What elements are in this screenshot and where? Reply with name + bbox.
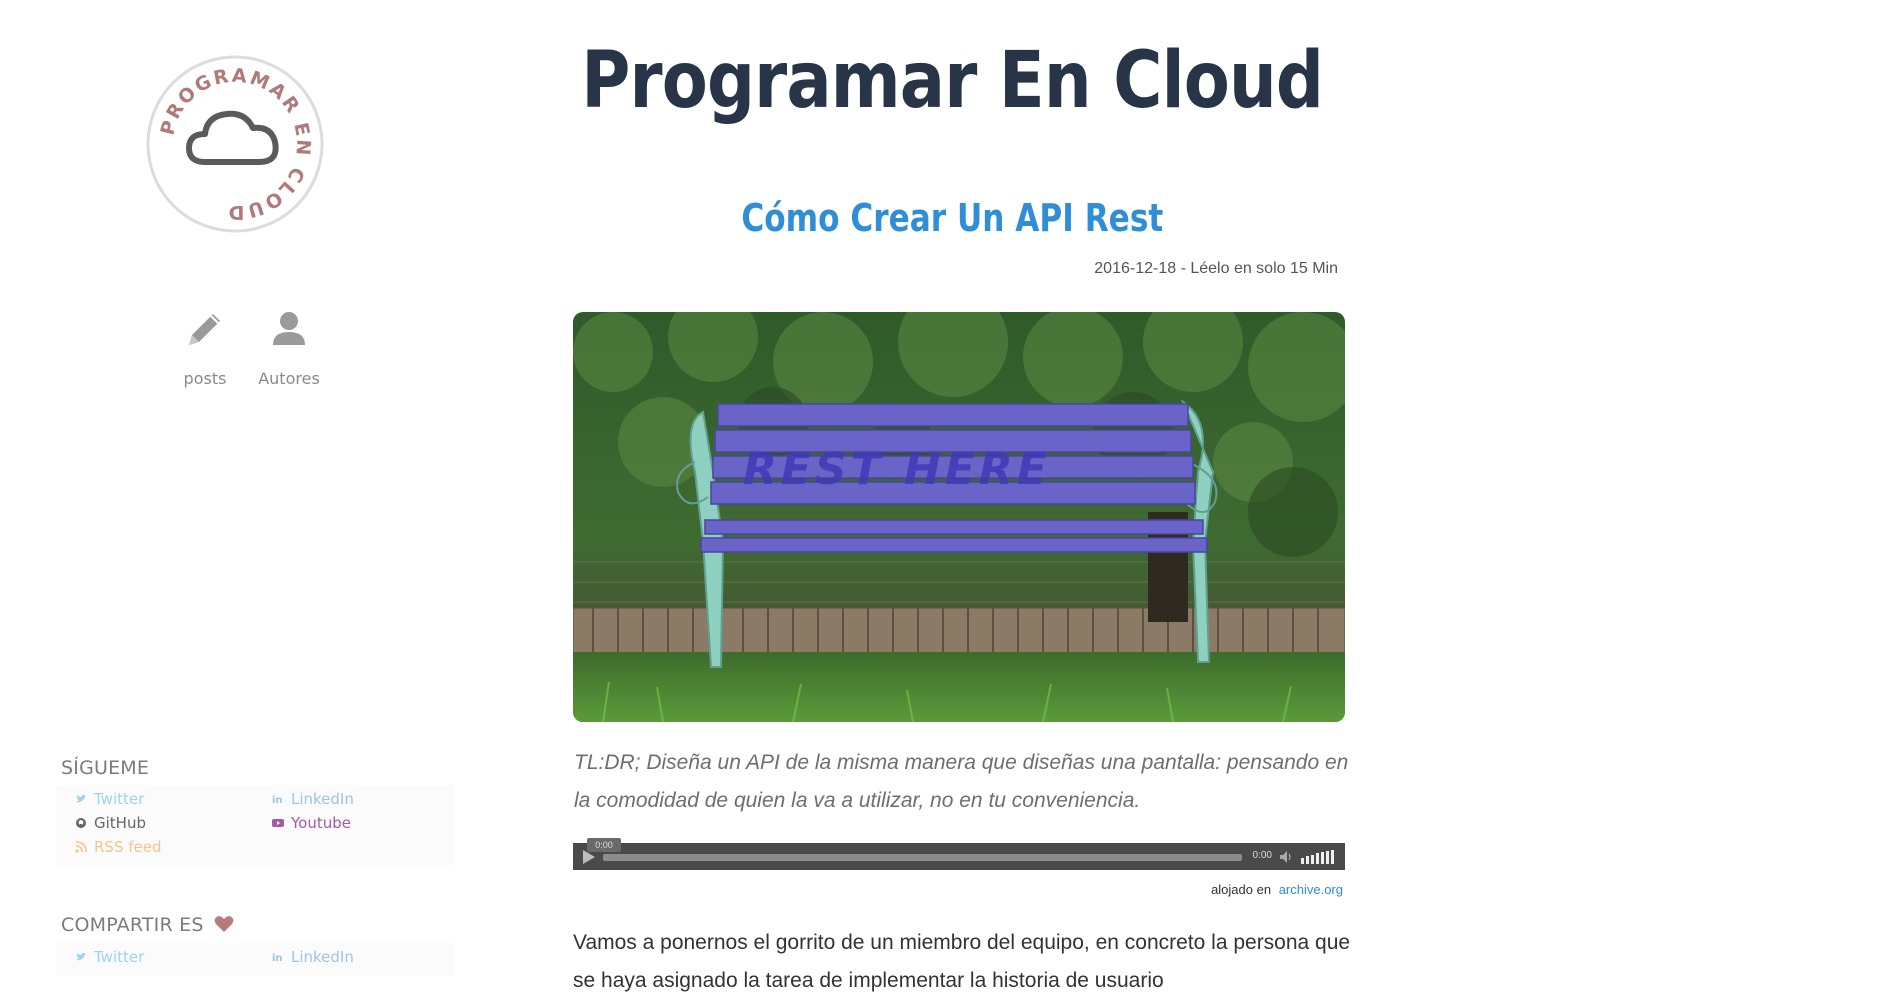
share-twitter-link[interactable]: Twitter [75, 948, 144, 966]
nav-item-label: Autores [258, 369, 320, 388]
twitter-icon [76, 794, 86, 803]
svg-text:in: in [272, 795, 283, 805]
post-meta: 2016-12-18 - Léelo en solo 15 Min [1094, 260, 1338, 277]
pencil-icon [189, 314, 220, 345]
linkedin-icon: in [272, 795, 283, 805]
share-links-box: Twitter in LinkedIn [56, 943, 454, 976]
github-icon [76, 818, 86, 828]
link-label: GitHub [94, 814, 146, 832]
main-nav: posts Autores [170, 305, 330, 405]
link-label: RSS feed [94, 838, 162, 856]
link-label: LinkedIn [291, 790, 354, 808]
post-body: Vamos a ponernos el gorrito de un miembr… [573, 924, 1353, 1000]
post-paragraph: Vamos a ponernos el gorrito de un miembr… [573, 931, 1351, 992]
share-linkedin-link[interactable]: in LinkedIn [272, 948, 354, 966]
player-duration: 0:00 [1252, 850, 1272, 861]
nav-item-authors[interactable]: Autores [254, 305, 324, 388]
hosted-label: alojado en [1211, 882, 1272, 897]
link-label: Youtube [291, 814, 351, 832]
nav-item-posts[interactable]: posts [170, 305, 240, 388]
post-title[interactable]: Cómo Crear Un API Rest [172, 196, 1732, 240]
linkedin-icon: in [272, 953, 283, 963]
audio-player: 0:00 0:00 [573, 838, 1345, 870]
nav-item-label: posts [183, 369, 227, 388]
follow-links-box: Twitter in LinkedIn GitHub Youtube RSS f… [56, 785, 454, 865]
link-label: Twitter [94, 790, 145, 808]
user-icon [273, 312, 305, 345]
twitter-icon [76, 952, 86, 961]
share-title: COMPARTIR ES [61, 914, 234, 936]
share-title-text: COMPARTIR ES [61, 914, 204, 936]
volume-icon[interactable] [1279, 850, 1295, 864]
follow-title: SÍGUEME [61, 757, 150, 779]
player-progress-track[interactable] [603, 854, 1242, 861]
audio-hosted-note: alojado en archive.org [1211, 882, 1343, 897]
volume-slider[interactable] [1301, 850, 1337, 864]
follow-youtube-link[interactable]: Youtube [272, 814, 351, 832]
archive-link[interactable]: archive.org [1279, 882, 1343, 897]
post-hero-image: REST HERE [573, 312, 1345, 722]
follow-linkedin-link[interactable]: in LinkedIn [272, 790, 354, 808]
link-label: Twitter [94, 948, 145, 966]
follow-github-link[interactable]: GitHub [75, 814, 146, 832]
youtube-icon [272, 819, 284, 827]
follow-twitter-link[interactable]: Twitter [75, 790, 144, 808]
post-tldr: TL:DR; Diseña un API de la misma manera … [574, 751, 1349, 812]
bench-graffiti-text: REST HERE [743, 444, 1051, 495]
link-label: LinkedIn [291, 948, 354, 966]
heart-icon [214, 916, 234, 932]
svg-text:in: in [272, 953, 283, 963]
site-title[interactable]: Programar En Cloud [134, 36, 1771, 126]
follow-rss-link[interactable]: RSS feed [75, 838, 162, 856]
rss-icon [75, 841, 87, 853]
play-icon[interactable] [581, 849, 597, 865]
